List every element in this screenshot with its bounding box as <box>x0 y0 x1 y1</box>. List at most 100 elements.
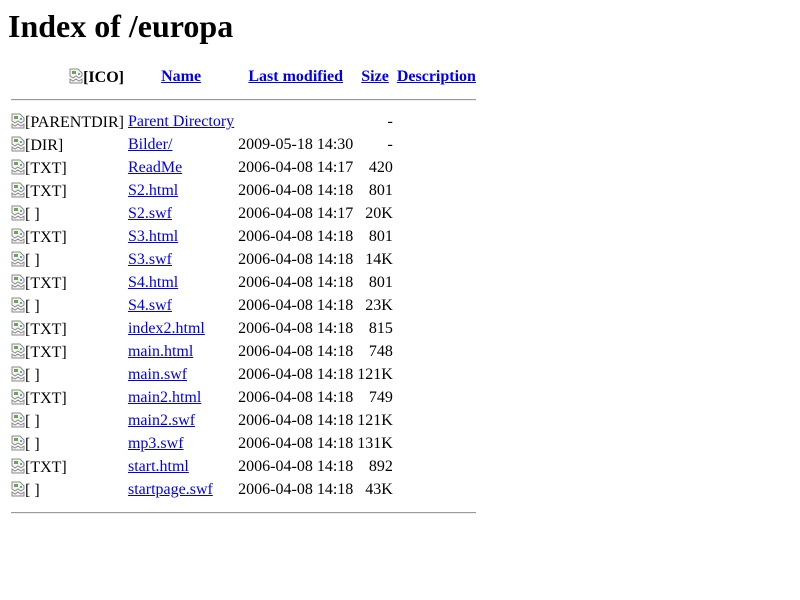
broken-image-icon <box>11 136 25 152</box>
row-size-cell: 748 <box>368 343 393 360</box>
file-link[interactable]: Bilder/ <box>128 136 172 153</box>
table-row: [PARENTDIR] Parent Directory - <box>10 112 477 133</box>
row-modified-cell: 2006-04-08 14:18 <box>238 389 354 406</box>
file-link[interactable]: S3.swf <box>128 251 172 268</box>
row-icon-cell: [ ] <box>10 411 125 432</box>
file-link[interactable]: S3.html <box>128 228 178 245</box>
row-modified-cell: 2006-04-08 14:18 <box>238 412 354 429</box>
row-size-cell: 131K <box>357 435 393 452</box>
table-row: [TXT] S3.html 2006-04-08 14:18 801 <box>10 227 477 248</box>
file-link[interactable]: startpage.swf <box>128 481 213 498</box>
header-name-cell: Name <box>127 67 235 88</box>
row-icon-alt: [TXT] <box>25 459 67 476</box>
row-description-cell <box>396 204 477 225</box>
broken-image-icon <box>11 320 25 336</box>
row-size-cell: 749 <box>368 389 393 406</box>
file-link[interactable]: index2.html <box>128 320 205 337</box>
header-divider <box>11 99 476 101</box>
sort-by-description-link[interactable]: Description <box>397 68 476 85</box>
row-icon-cell: [ ] <box>10 296 125 317</box>
header-size-cell: Size <box>356 67 394 88</box>
broken-image-icon <box>11 366 25 382</box>
broken-image-icon <box>11 205 25 221</box>
row-icon-alt: [ ] <box>25 206 40 223</box>
footer-rule-row <box>10 503 477 523</box>
header-icon-alt: [ICO] <box>83 69 124 86</box>
broken-image-icon <box>11 297 25 313</box>
row-icon-alt: [TXT] <box>25 275 67 292</box>
row-modified-cell: 2006-04-08 14:18 <box>238 297 354 314</box>
broken-image-icon <box>11 389 25 405</box>
row-description-cell <box>396 273 477 294</box>
table-row: [TXT] S2.html 2006-04-08 14:18 801 <box>10 181 477 202</box>
broken-image-icon <box>11 412 25 428</box>
row-size-cell: 801 <box>368 182 393 199</box>
file-link[interactable]: S2.swf <box>128 205 172 222</box>
row-icon-alt: [ ] <box>25 298 40 315</box>
row-name-cell: S3.html <box>127 227 235 248</box>
table-row: [ ] main.swf 2006-04-08 14:18 121K <box>10 365 477 386</box>
file-link[interactable]: Parent Directory <box>128 113 234 130</box>
file-link[interactable]: S2.html <box>128 182 178 199</box>
row-name-cell: S4.swf <box>127 296 235 317</box>
file-link[interactable]: main.swf <box>128 366 187 383</box>
row-name-cell: main.html <box>127 342 235 363</box>
file-link[interactable]: main2.html <box>128 389 201 406</box>
row-icon-alt: [TXT] <box>25 229 67 246</box>
row-description-cell <box>396 112 477 133</box>
table-row: [ ] S3.swf 2006-04-08 14:18 14K <box>10 250 477 271</box>
broken-image-icon <box>11 435 25 451</box>
row-size-cell: 43K <box>365 481 393 498</box>
file-link[interactable]: ReadMe <box>128 159 182 176</box>
row-icon-cell: [TXT] <box>10 158 125 179</box>
row-modified-cell <box>237 112 354 133</box>
row-icon-alt: [TXT] <box>25 390 67 407</box>
row-name-cell: startpage.swf <box>127 480 235 501</box>
row-name-cell: S2.html <box>127 181 235 202</box>
file-link[interactable]: main.html <box>128 343 193 360</box>
row-size-cell: - <box>387 113 393 130</box>
page-title: Index of /europa <box>8 8 234 44</box>
row-size-cell: 892 <box>368 458 393 475</box>
sort-by-last-modified-link[interactable]: Last modified <box>248 68 343 85</box>
row-name-cell: Parent Directory <box>127 112 235 133</box>
row-icon-alt: [DIR] <box>25 137 64 154</box>
row-modified-cell: 2006-04-08 14:18 <box>238 251 354 268</box>
broken-image-icon <box>11 159 25 175</box>
row-icon-alt: [ ] <box>25 413 40 430</box>
file-link[interactable]: main2.swf <box>128 412 195 429</box>
row-description-cell <box>396 250 477 271</box>
row-modified-cell: 2006-04-08 14:18 <box>238 343 354 360</box>
row-icon-alt: [TXT] <box>25 344 67 361</box>
row-description-cell <box>396 365 477 386</box>
row-size-cell: - <box>387 136 393 153</box>
row-name-cell: S2.swf <box>127 204 235 225</box>
file-link[interactable]: start.html <box>128 458 189 475</box>
row-modified-cell: 2006-04-08 14:18 <box>238 320 354 337</box>
row-modified-cell: 2009-05-18 14:30 <box>238 136 354 153</box>
broken-image-icon <box>11 343 25 359</box>
sort-by-name-link[interactable]: Name <box>161 68 201 85</box>
broken-image-icon <box>11 274 25 290</box>
sort-by-size-link[interactable]: Size <box>361 68 389 85</box>
row-icon-cell: [PARENTDIR] <box>10 112 125 133</box>
directory-listing-table: [ICO] Name Last modified Size Descriptio… <box>8 65 479 525</box>
footer-rule-cell <box>10 503 477 523</box>
row-icon-alt: [TXT] <box>25 183 67 200</box>
row-name-cell: main2.swf <box>127 411 235 432</box>
row-description-cell <box>396 319 477 340</box>
row-description-cell <box>396 227 477 248</box>
row-name-cell: ReadMe <box>127 158 235 179</box>
file-link[interactable]: S4.swf <box>128 297 172 314</box>
file-link[interactable]: mp3.swf <box>128 435 184 452</box>
broken-image-icon <box>11 182 25 198</box>
file-link[interactable]: S4.html <box>128 274 178 291</box>
row-icon-cell: [ ] <box>10 365 125 386</box>
row-name-cell: main2.html <box>127 388 235 409</box>
row-icon-alt: [TXT] <box>25 321 67 338</box>
row-icon-alt: [ ] <box>25 252 40 269</box>
row-icon-cell: [ ] <box>10 434 125 455</box>
broken-image-icon <box>11 251 25 267</box>
row-icon-cell: [TXT] <box>10 227 125 248</box>
row-description-cell <box>396 296 477 317</box>
